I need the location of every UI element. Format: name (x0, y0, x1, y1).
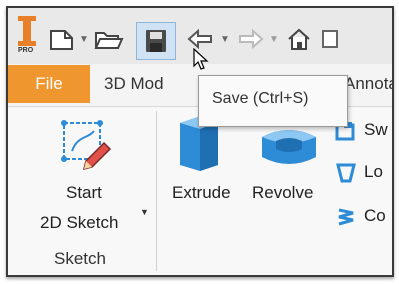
tab-3d-model[interactable]: 3D Mod (104, 65, 164, 103)
sketch-pencil-icon (58, 115, 114, 176)
tab-annotate[interactable]: Annota (344, 65, 392, 103)
revolve-label: Revolve (252, 183, 314, 202)
coil-button[interactable]: Co (334, 203, 392, 231)
new-dropdown-icon[interactable]: ▼ (79, 34, 89, 45)
app-logo-icon[interactable]: PRO (16, 14, 38, 58)
coil-label: Co (364, 206, 386, 225)
loft-label: Lo (364, 162, 383, 181)
tab-file[interactable]: File (8, 65, 90, 103)
start-sketch-label-line1: Start (66, 183, 102, 202)
save-tooltip: Save (Ctrl+S) (198, 75, 348, 127)
revolve-icon (258, 123, 320, 176)
start-sketch-dropdown-icon[interactable]: ▼ (140, 207, 149, 217)
redo-dropdown-icon[interactable]: ▼ (269, 34, 279, 45)
redo-icon[interactable] (235, 28, 265, 55)
loft-button[interactable]: Lo (334, 159, 392, 187)
toolbar-overflow-icon[interactable] (320, 28, 340, 55)
mouse-cursor-icon (193, 47, 209, 77)
save-icon[interactable] (136, 22, 176, 60)
undo-dropdown-icon[interactable]: ▼ (220, 34, 230, 45)
group-separator (156, 111, 157, 271)
new-file-icon[interactable] (48, 28, 76, 57)
extrude-label: Extrude (172, 183, 231, 202)
app-window: PRO ▼ ▼ ▼ File 3D Mod Annota Start 2D Sk… (6, 6, 394, 277)
ribbon-panel: Start 2D Sketch ▼ Sketch Extrude Revolve… (8, 106, 392, 275)
sketch-group-label: Sketch (54, 249, 106, 268)
start-sketch-label-line2: 2D Sketch (40, 213, 119, 232)
loft-icon (334, 161, 358, 190)
home-icon[interactable] (286, 26, 312, 57)
start-2d-sketch-button[interactable]: Start 2D Sketch ▼ (28, 109, 149, 241)
sweep-label: Sw (364, 120, 388, 139)
coil-icon (334, 205, 358, 234)
tooltip-text: Save (Ctrl+S) (212, 90, 309, 107)
app-logo-text: PRO (18, 47, 34, 54)
open-folder-icon[interactable] (94, 28, 124, 57)
